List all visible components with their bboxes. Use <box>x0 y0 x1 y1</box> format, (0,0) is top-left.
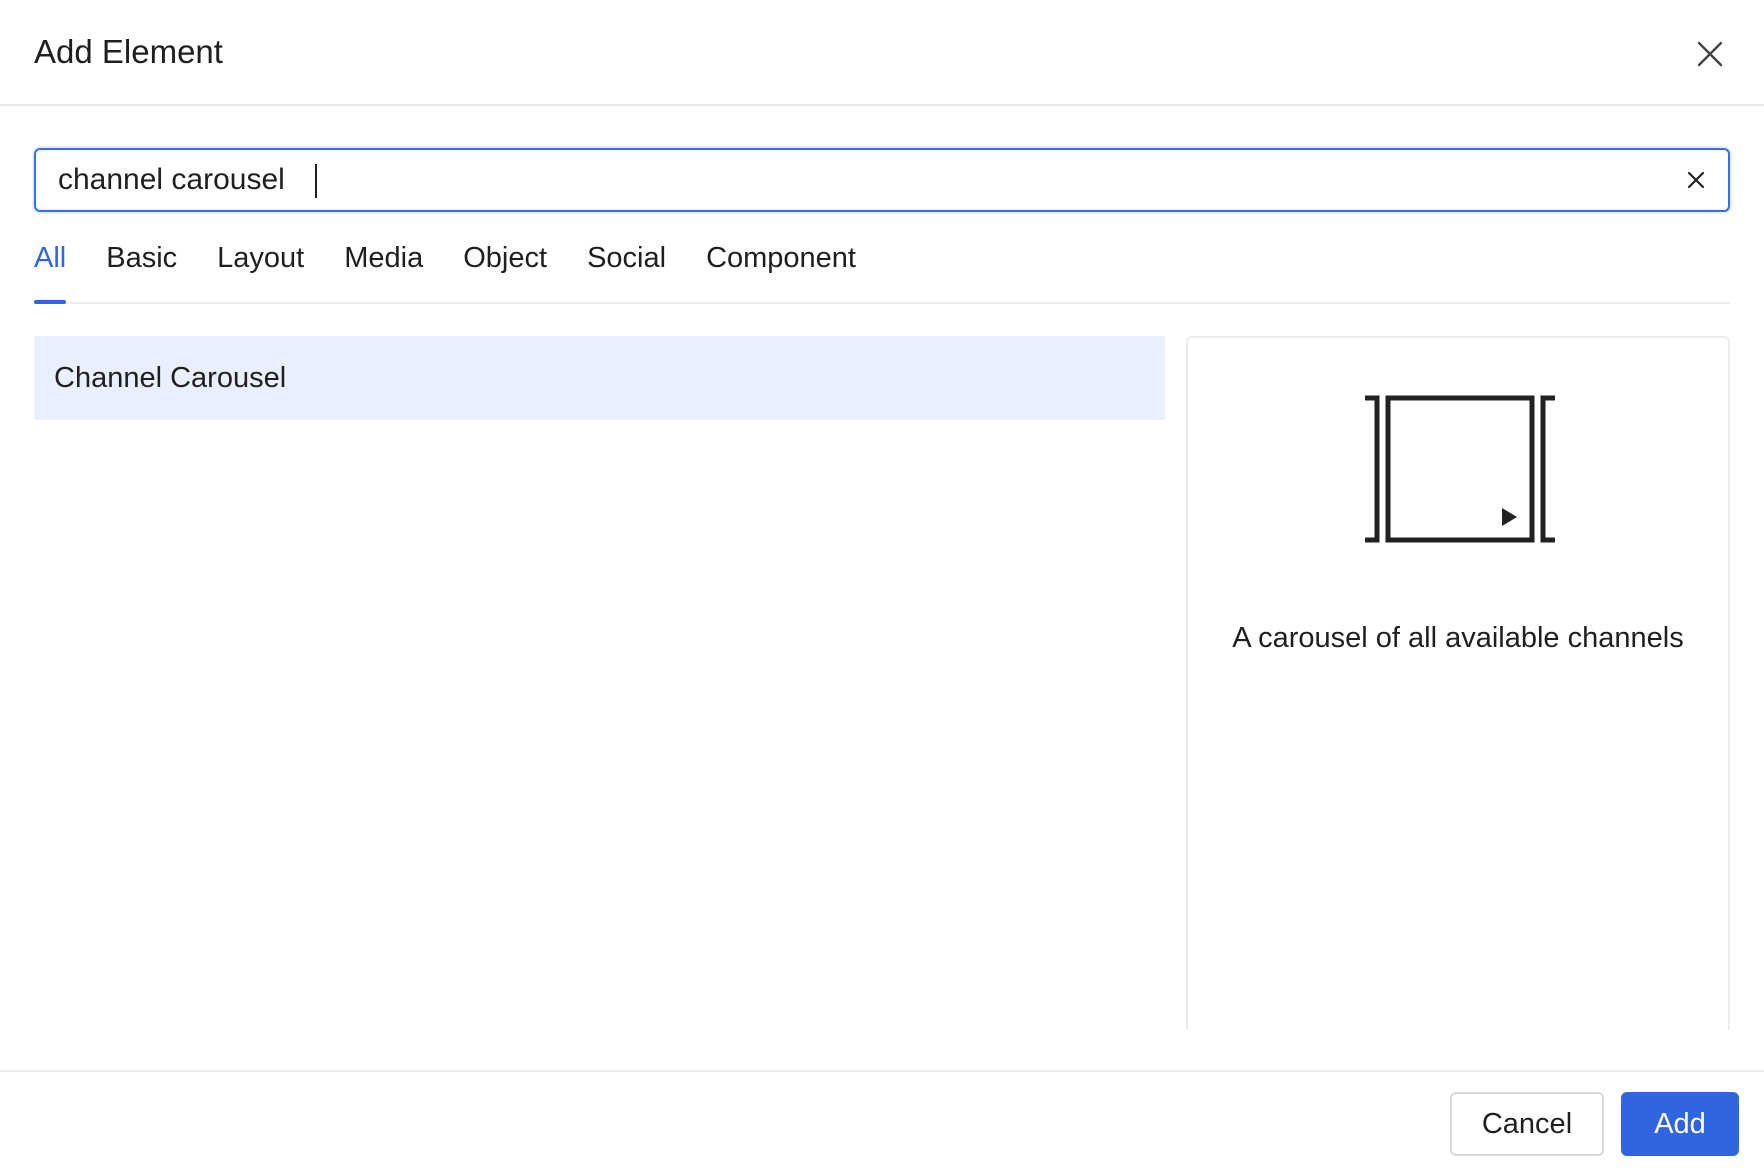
search-input[interactable] <box>58 150 1638 210</box>
preview-panel: A carousel of all available channels <box>1186 336 1730 1030</box>
tab-object[interactable]: Object <box>463 236 547 302</box>
tab-social[interactable]: Social <box>587 236 666 302</box>
clear-search-button[interactable] <box>1678 162 1714 198</box>
list-item-label: Channel Carousel <box>54 362 287 394</box>
tab-layout[interactable]: Layout <box>217 236 304 302</box>
dialog-header: Add Element <box>0 0 1764 106</box>
tab-all[interactable]: All <box>34 236 67 304</box>
tab-basic[interactable]: Basic <box>106 236 177 302</box>
add-button[interactable]: Add <box>1621 1092 1739 1156</box>
cancel-button[interactable]: Cancel <box>1450 1092 1604 1156</box>
results-list: Channel Carousel <box>34 336 1165 1036</box>
dialog-title: Add Element <box>34 33 223 70</box>
search-box <box>34 148 1730 212</box>
category-tabs: All Basic Layout Media Object Social Com… <box>34 236 1730 304</box>
text-caret <box>315 164 317 198</box>
dialog-footer: Cancel Add <box>0 1070 1764 1168</box>
list-item[interactable]: Channel Carousel <box>34 336 1165 420</box>
close-icon <box>1697 41 1723 67</box>
add-element-dialog: Add Element All Basic Layout Media Objec… <box>0 0 1764 1168</box>
tab-media[interactable]: Media <box>344 236 423 302</box>
close-button[interactable] <box>1690 34 1730 74</box>
tab-component[interactable]: Component <box>706 236 856 302</box>
carousel-icon <box>1365 395 1555 543</box>
preview-description: A carousel of all available channels <box>1232 622 1684 654</box>
clear-icon <box>1687 171 1705 189</box>
